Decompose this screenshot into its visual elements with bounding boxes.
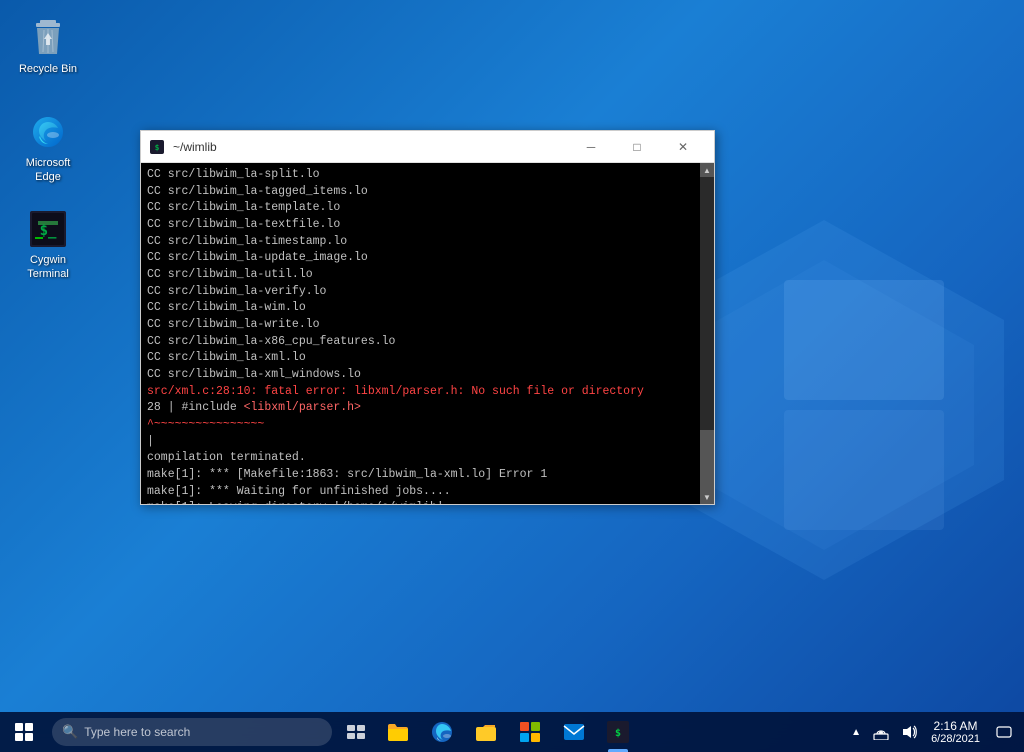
terminal-include-line: 28 | #include <libxml/parser.h> [147, 400, 694, 417]
taskbar-app-file-explorer[interactable] [376, 712, 420, 752]
taskbar-app-edge[interactable] [420, 712, 464, 752]
recycle-bin-icon [28, 18, 68, 58]
taskbar-search-bar[interactable]: 🔍 Type here to search [52, 718, 332, 746]
terminal-error-line: src/xml.c:28:10: fatal error: libxml/par… [147, 384, 694, 401]
taskbar: 🔍 Type here to search [0, 712, 1024, 752]
terminal-underline-line: ^~~~~~~~~~~~~~~~~ [147, 417, 694, 434]
terminal-line: CC src/libwim_la-update_image.lo [147, 250, 694, 267]
tray-volume-icon[interactable] [895, 712, 923, 752]
edge-taskbar-icon [431, 721, 453, 743]
terminal-line: compilation terminated. [147, 450, 694, 467]
tray-clock[interactable]: 2:16 AM 6/28/2021 [923, 712, 988, 752]
tray-time: 2:16 AM [934, 719, 978, 733]
cygwin-taskbar-icon: $ [607, 721, 629, 743]
svg-text:$: $ [155, 143, 160, 152]
desktop-icon-recycle-bin[interactable]: Recycle Bin [12, 14, 84, 80]
terminal-line: | [147, 434, 694, 451]
explorer2-icon [475, 722, 497, 742]
task-view-button[interactable] [336, 712, 376, 752]
network-icon [873, 724, 889, 740]
terminal-line: CC src/libwim_la-xml_windows.lo [147, 367, 694, 384]
terminal-line: make[1]: *** [Makefile:1863: src/libwim_… [147, 467, 694, 484]
cygwin-label: Cygwin Terminal [16, 253, 80, 282]
cygwin-icon: $_ [28, 209, 68, 249]
store-icon [519, 721, 541, 743]
tray-date: 6/28/2021 [931, 733, 980, 745]
terminal-content[interactable]: CC src/libwim_la-split.lo CC src/libwim_… [141, 163, 714, 504]
terminal-scrollbar[interactable]: ▲ ▼ [700, 163, 714, 504]
terminal-line: CC src/libwim_la-wim.lo [147, 300, 694, 317]
volume-icon [901, 724, 917, 740]
scrollbar-down-arrow[interactable]: ▼ [700, 490, 714, 504]
recycle-bin-label: Recycle Bin [19, 62, 77, 76]
notification-icon [996, 724, 1012, 740]
terminal-window: $ ~/wimlib ─ □ ✕ CC src/libwim_la-split.… [140, 130, 715, 505]
tray-overflow-icon: ▲ [851, 727, 861, 738]
mail-icon [563, 723, 585, 741]
terminal-line: CC src/libwim_la-template.lo [147, 200, 694, 217]
terminal-line: CC src/libwim_la-x86_cpu_features.lo [147, 334, 694, 351]
terminal-titlebar: $ ~/wimlib ─ □ ✕ [141, 131, 714, 163]
terminal-line: CC src/libwim_la-verify.lo [147, 284, 694, 301]
taskbar-app-store[interactable] [508, 712, 552, 752]
notification-center-button[interactable] [988, 712, 1020, 752]
terminal-line: make[1]: *** Waiting for unfinished jobs… [147, 484, 694, 501]
terminal-title-icon: $ [149, 139, 165, 155]
terminal-title-text: ~/wimlib [173, 140, 568, 154]
task-view-icon [347, 725, 365, 739]
taskbar-app-explorer2[interactable] [464, 712, 508, 752]
terminal-line: make[1]: Leaving directory '/home/c/wiml… [147, 500, 694, 504]
search-icon: 🔍 [62, 724, 78, 740]
windows-logo-icon [15, 723, 33, 741]
terminal-line: CC src/libwim_la-tagged_items.lo [147, 184, 694, 201]
search-placeholder-text: Type here to search [84, 725, 190, 739]
minimize-button[interactable]: ─ [568, 131, 614, 163]
taskbar-app-cygwin[interactable]: $ [596, 712, 640, 752]
taskbar-app-mail[interactable] [552, 712, 596, 752]
scrollbar-up-arrow[interactable]: ▲ [700, 163, 714, 177]
maximize-button[interactable]: □ [614, 131, 660, 163]
close-button[interactable]: ✕ [660, 131, 706, 163]
terminal-output: CC src/libwim_la-split.lo CC src/libwim_… [141, 163, 700, 504]
scrollbar-track [700, 177, 714, 490]
terminal-line: CC src/libwim_la-xml.lo [147, 350, 694, 367]
terminal-line: CC src/libwim_la-textfile.lo [147, 217, 694, 234]
edge-icon [28, 112, 68, 152]
tray-network-icon[interactable] [867, 712, 895, 752]
edge-label: Microsoft Edge [16, 156, 80, 185]
terminal-line: CC src/libwim_la-split.lo [147, 167, 694, 184]
terminal-line: CC src/libwim_la-util.lo [147, 267, 694, 284]
system-tray: ▲ 2:16 AM 6/28/2021 [845, 712, 1024, 752]
svg-text:$: $ [615, 728, 621, 739]
terminal-line: CC src/libwim_la-timestamp.lo [147, 234, 694, 251]
start-button[interactable] [0, 712, 48, 752]
scrollbar-thumb[interactable] [700, 430, 714, 490]
desktop-icon-cygwin[interactable]: $_ Cygwin Terminal [12, 205, 84, 286]
svg-text:$_: $_ [40, 223, 57, 239]
desktop-icon-edge[interactable]: Microsoft Edge [12, 108, 84, 189]
tray-overflow-button[interactable]: ▲ [845, 712, 867, 752]
file-explorer-icon [387, 722, 409, 742]
terminal-line: CC src/libwim_la-write.lo [147, 317, 694, 334]
